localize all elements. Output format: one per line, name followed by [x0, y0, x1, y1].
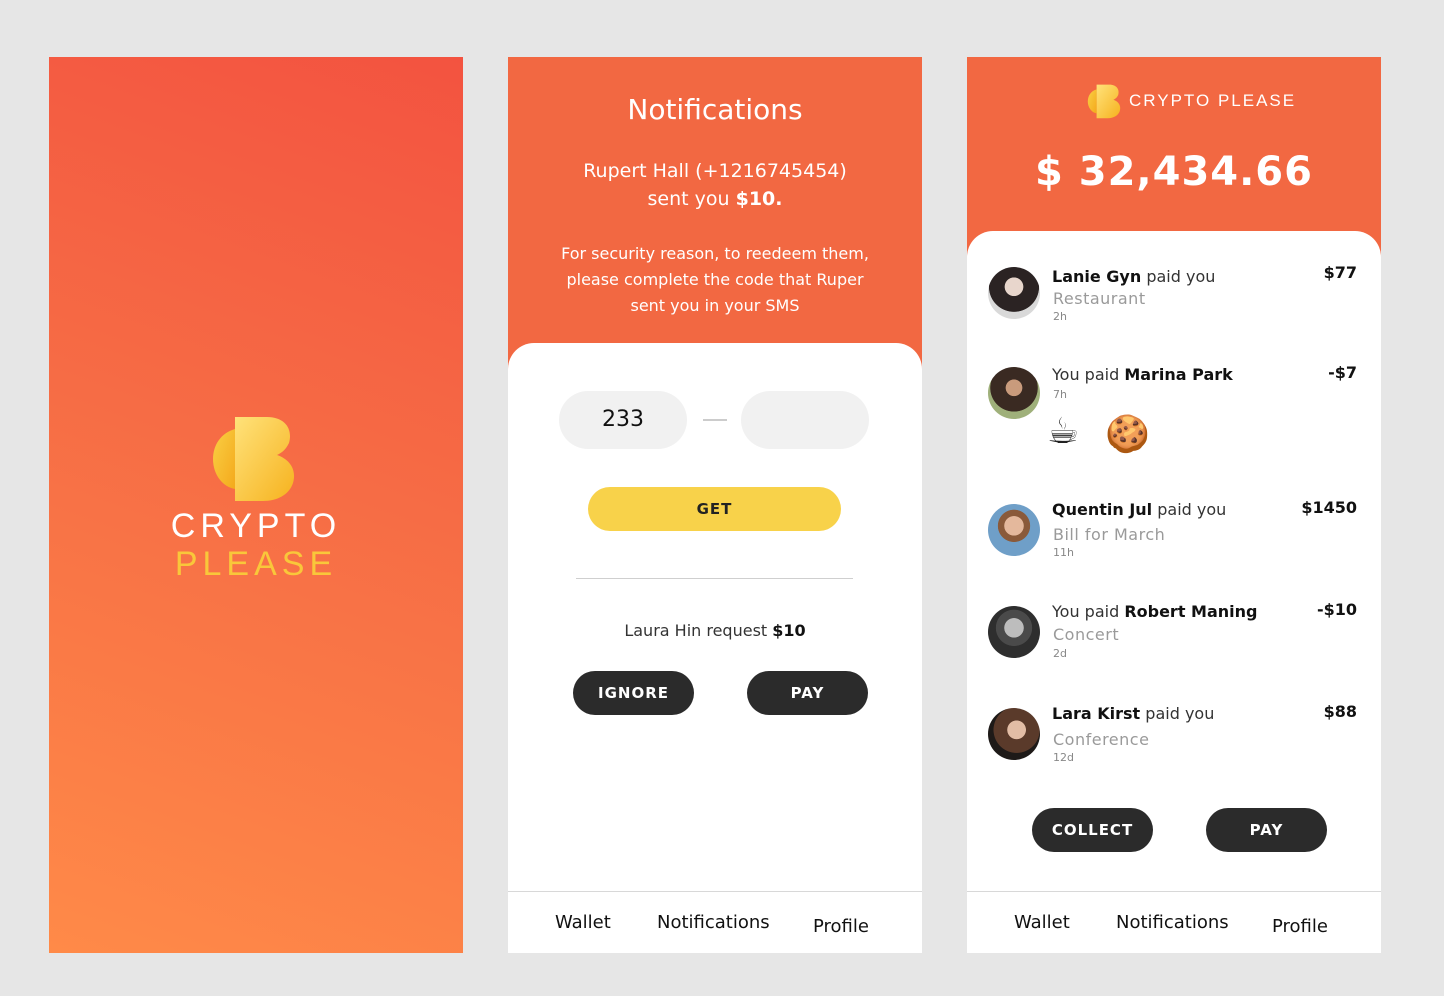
ignore-button[interactable]: IGNORE [573, 671, 694, 715]
transaction-amount: $77 [1323, 263, 1357, 282]
transaction-time: 12d [1053, 751, 1074, 764]
crypto-please-logo-icon [1087, 84, 1121, 119]
transaction-note: Conference [1053, 730, 1150, 749]
tab-wallet[interactable]: Wallet [1014, 912, 1070, 933]
tab-bar: Wallet Notifications Profile [508, 891, 922, 953]
tab-profile[interactable]: Profile [1272, 916, 1328, 937]
code-input-part2[interactable] [741, 391, 869, 449]
transaction-title: Lanie Gyn paid you [1052, 267, 1215, 286]
logo-text: CRYPTO PLEASE [1129, 91, 1297, 110]
transaction-time: 2h [1053, 310, 1067, 323]
counterparty-name: Lara Kirst [1052, 704, 1141, 723]
cookie-icon: 🍪 [1105, 414, 1150, 455]
tab-notifications[interactable]: Notifications [657, 912, 770, 933]
transaction-amount: $1450 [1301, 498, 1357, 517]
brand-line-please: PLEASE [174, 545, 338, 583]
code-input-part1[interactable] [559, 391, 687, 449]
transaction-note: Bill for March [1053, 525, 1166, 544]
tab-profile[interactable]: Profile [813, 916, 869, 937]
get-button[interactable]: GET [588, 487, 841, 531]
notifications-screen: Notifications Rupert Hall (+1216745454) … [508, 57, 922, 953]
transaction-amount: -$7 [1328, 363, 1357, 382]
wallet-screen: CRYPTO PLEASE $ 32,434.66 Lanie Gyn paid… [967, 57, 1381, 953]
payment-request-text: Laura Hin request $10 [508, 621, 922, 640]
transaction-note: Restaurant [1053, 289, 1146, 308]
security-note: For security reason, to reedeem them, pl… [561, 244, 869, 315]
tab-wallet[interactable]: Wallet [555, 912, 611, 933]
tab-notifications[interactable]: Notifications [1116, 912, 1229, 933]
header-logo: CRYPTO PLEASE [1087, 83, 1296, 119]
counterparty-name: Quentin Jul [1052, 500, 1153, 519]
transaction-amount: -$10 [1316, 600, 1357, 619]
coffee-icon: ☕ [1047, 411, 1080, 452]
pay-button[interactable]: PAY [1206, 808, 1327, 852]
transaction-action: paid you [1140, 704, 1215, 723]
splash-screen: CRYPTO PLEASE [49, 57, 463, 953]
brand-line-crypto: CRYPTO [170, 507, 342, 545]
avatar [988, 606, 1040, 658]
crypto-please-logo-icon [213, 417, 295, 501]
transaction-title: You paid Marina Park [1052, 365, 1233, 384]
incoming-transfer-message: Rupert Hall (+1216745454) sent you $10. [508, 157, 922, 213]
request-prefix: Laura Hin request [624, 621, 773, 640]
transaction-prefix: You paid [1052, 365, 1125, 384]
page-title: Notifications [627, 93, 803, 126]
counterparty-name: Lanie Gyn [1052, 267, 1142, 286]
counterparty-name: Marina Park [1124, 365, 1233, 384]
avatar [988, 267, 1040, 319]
avatar [988, 367, 1040, 419]
transaction-time: 11h [1053, 546, 1074, 559]
transaction-amount: $88 [1323, 702, 1357, 721]
transaction-time: 2d [1053, 647, 1067, 660]
transaction-title: Quentin Jul paid you [1052, 500, 1226, 519]
splash-logo: CRYPTO PLEASE [49, 415, 463, 583]
transaction-time: 7h [1053, 388, 1067, 401]
transaction-note: Concert [1053, 625, 1120, 644]
transaction-prefix: You paid [1052, 602, 1125, 621]
transaction-title: Lara Kirst paid you [1052, 704, 1214, 723]
tab-bar: Wallet Notifications Profile [967, 891, 1381, 953]
wallet-balance: $ 32,434.66 [1035, 149, 1313, 195]
code-separator [703, 419, 727, 421]
sender-line: Rupert Hall (+1216745454) [583, 160, 847, 182]
section-divider [576, 578, 853, 579]
avatar [988, 708, 1040, 760]
transfer-amount: $10. [735, 188, 783, 210]
transaction-title: You paid Robert Maning [1052, 602, 1257, 621]
request-amount: $10 [772, 621, 806, 640]
transaction-action: paid you [1141, 267, 1216, 286]
avatar [988, 504, 1040, 556]
amount-prefix: sent you [647, 188, 736, 210]
pay-button[interactable]: PAY [747, 671, 868, 715]
collect-button[interactable]: COLLECT [1032, 808, 1153, 852]
transaction-action: paid you [1152, 500, 1227, 519]
amount-line: sent you $10. [508, 185, 922, 213]
counterparty-name: Robert Maning [1124, 602, 1258, 621]
